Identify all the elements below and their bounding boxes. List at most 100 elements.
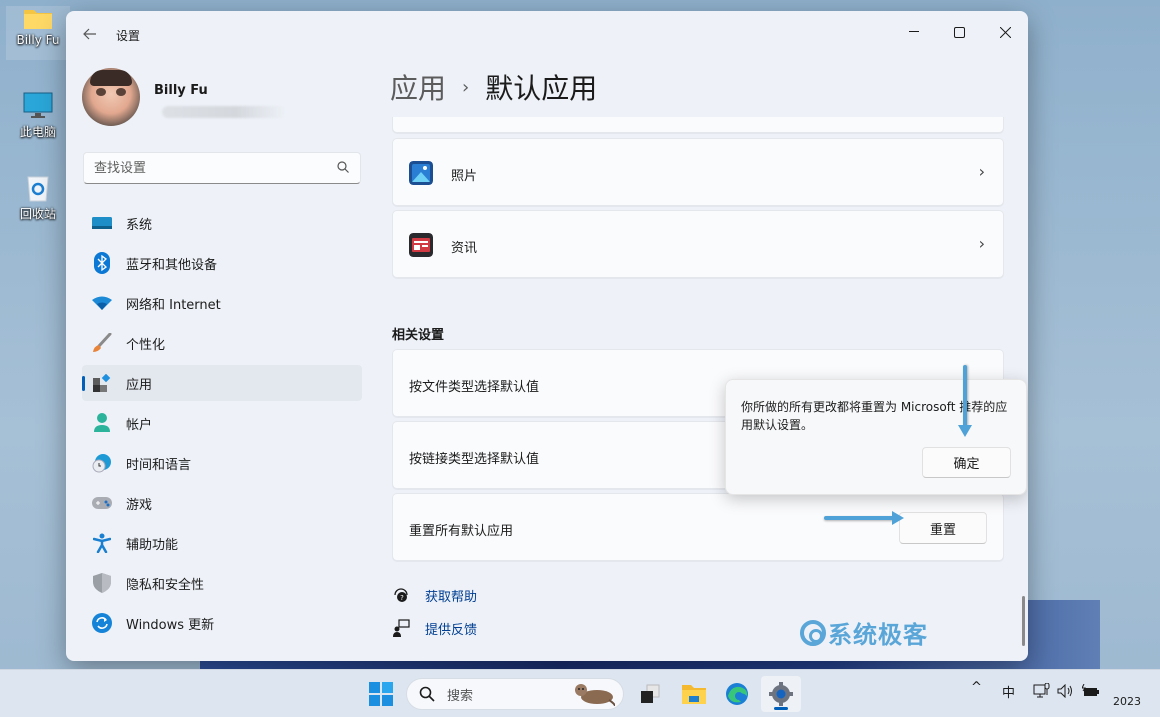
start-button[interactable] xyxy=(361,676,401,712)
active-indicator xyxy=(82,376,85,391)
user-email-redacted xyxy=(162,106,286,118)
help-icon: ? xyxy=(394,588,408,602)
search-icon[interactable] xyxy=(336,160,350,174)
annotation-arrow-right xyxy=(824,511,904,525)
chevron-right-icon: › xyxy=(978,234,985,253)
link-label: 提供反馈 xyxy=(425,622,478,638)
brush-icon xyxy=(91,332,113,354)
arrow-left-icon xyxy=(83,28,96,40)
app-row-label: 照片 xyxy=(451,169,478,184)
sidebar-item-bluetooth[interactable]: 蓝牙和其他设备 xyxy=(82,245,362,281)
file-explorer-icon xyxy=(682,685,706,704)
related-row-label: 按文件类型选择默认值 xyxy=(409,380,540,395)
sidebar-nav: 系统 蓝牙和其他设备 网络和 Internet 个性化 应用 帐户 时间和语言 xyxy=(82,205,362,645)
sidebar-item-personalization[interactable]: 个性化 xyxy=(82,325,362,361)
watermark-logo-icon xyxy=(800,619,826,646)
account-icon xyxy=(91,412,113,434)
title-bar: 设置 xyxy=(66,11,1028,59)
desktop-icon-user-folder[interactable]: Billy Fu xyxy=(6,6,70,60)
confirm-button[interactable]: 确定 xyxy=(922,447,1011,478)
gamepad-icon xyxy=(91,492,113,514)
sidebar-item-privacy[interactable]: 隐私和安全性 xyxy=(82,565,362,601)
news-icon xyxy=(409,233,433,257)
search-icon xyxy=(419,686,435,702)
annotation-arrow-down xyxy=(958,365,972,437)
volume-icon[interactable] xyxy=(1057,684,1075,698)
sidebar-item-system[interactable]: 系统 xyxy=(82,205,362,241)
section-title-related: 相关设置 xyxy=(392,328,445,343)
apps-icon xyxy=(91,372,113,394)
sidebar-item-gaming[interactable]: 游戏 xyxy=(82,485,362,521)
search-box[interactable] xyxy=(83,152,361,184)
scrollbar[interactable] xyxy=(1022,596,1025,646)
breadcrumb-separator: › xyxy=(462,76,470,98)
app-row-label: 资讯 xyxy=(451,241,478,256)
tray-overflow-chevron[interactable]: ^ xyxy=(971,680,982,695)
edge-icon xyxy=(726,683,748,705)
network-wired-icon[interactable] xyxy=(1033,683,1051,699)
sidebar-item-accounts[interactable]: 帐户 xyxy=(82,405,362,441)
photos-icon xyxy=(409,161,433,185)
svg-text:?: ? xyxy=(400,594,404,602)
app-row-news[interactable]: 资讯 › xyxy=(392,210,1004,278)
feedback-icon xyxy=(393,619,410,637)
desktop-icon-label: Billy Fu xyxy=(16,33,60,47)
task-view-button[interactable] xyxy=(630,676,670,712)
avatar xyxy=(82,68,140,126)
desktop-icon-recycle-bin[interactable]: 回收站 xyxy=(6,172,70,222)
accessibility-icon xyxy=(91,532,113,554)
watermark-text: 系统极客 xyxy=(828,621,928,649)
taskbar-search-label: 搜索 xyxy=(447,688,474,704)
reset-button[interactable]: 重置 xyxy=(899,512,987,544)
sidebar-item-label: 辅助功能 xyxy=(126,537,179,553)
edge-button[interactable] xyxy=(717,676,757,712)
close-button[interactable] xyxy=(982,17,1028,47)
sidebar-item-time-language[interactable]: 时间和语言 xyxy=(82,445,362,481)
breadcrumb: 应用 › 默认应用 xyxy=(390,67,597,107)
sidebar-item-windows-update[interactable]: Windows 更新 xyxy=(82,605,362,641)
link-label: 获取帮助 xyxy=(425,589,478,605)
app-card-partial[interactable] xyxy=(392,117,1004,133)
sidebar-item-network[interactable]: 网络和 Internet xyxy=(82,285,362,321)
sidebar-item-accessibility[interactable]: 辅助功能 xyxy=(82,525,362,561)
flyout-message: 你所做的所有更改都将重置为 Microsoft 推荐的应用默认设置。 xyxy=(741,400,1008,432)
desktop-icon-this-pc[interactable]: 此电脑 xyxy=(6,92,70,140)
sidebar-item-label: 蓝牙和其他设备 xyxy=(126,257,218,273)
watermark: 系统极客 xyxy=(800,615,928,650)
user-profile[interactable]: Billy Fu xyxy=(82,68,362,130)
back-button[interactable] xyxy=(80,25,100,45)
file-explorer-button[interactable] xyxy=(674,676,714,712)
folder-icon xyxy=(24,10,52,29)
system-icon xyxy=(91,212,113,234)
desktop-icon-label: 此电脑 xyxy=(19,125,56,139)
settings-icon xyxy=(769,682,793,706)
settings-taskbar-button[interactable] xyxy=(761,676,801,712)
related-row-label: 重置所有默认应用 xyxy=(409,524,514,539)
wifi-icon xyxy=(91,292,113,314)
ime-indicator[interactable]: 中 xyxy=(1002,682,1015,701)
breadcrumb-parent[interactable]: 应用 xyxy=(390,67,446,107)
sidebar-item-apps[interactable]: 应用 xyxy=(82,365,362,401)
sidebar-item-label: 系统 xyxy=(126,217,153,233)
maximize-button[interactable] xyxy=(936,17,982,47)
sidebar-item-label: 时间和语言 xyxy=(126,457,192,473)
desktop-icon-label: 回收站 xyxy=(19,207,56,221)
clock[interactable]: 2023 xyxy=(1113,695,1141,708)
get-help-link[interactable]: ? 获取帮助 xyxy=(392,583,592,607)
app-row-photos[interactable]: 照片 › xyxy=(392,138,1004,206)
app-title: 设置 xyxy=(116,29,141,43)
give-feedback-link[interactable]: 提供反馈 xyxy=(392,616,592,640)
recycle-bin-icon xyxy=(27,176,49,202)
battery-charging-icon[interactable] xyxy=(1082,684,1100,698)
minimize-button[interactable] xyxy=(891,17,937,47)
related-row-label: 按链接类型选择默认值 xyxy=(409,452,540,467)
taskbar-search[interactable]: 搜索 xyxy=(406,678,624,710)
sidebar-item-label: 个性化 xyxy=(126,337,166,353)
maximize-icon xyxy=(953,26,965,38)
related-row-reset: 重置所有默认应用 重置 xyxy=(392,493,1004,561)
search-input[interactable] xyxy=(94,153,324,183)
sidebar-item-label: 游戏 xyxy=(126,497,153,513)
chevron-right-icon: › xyxy=(978,162,985,181)
sidebar-item-label: 应用 xyxy=(126,377,153,393)
task-view-icon xyxy=(641,684,660,703)
